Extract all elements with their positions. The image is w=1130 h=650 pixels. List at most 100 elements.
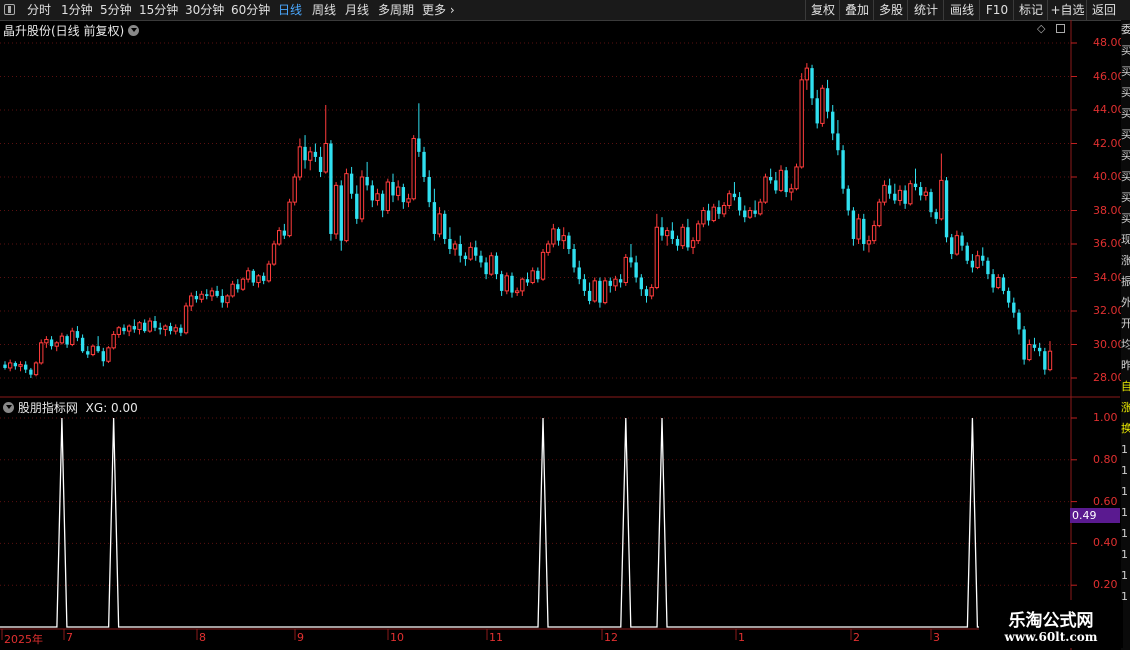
period-daily[interactable]: 日线 (278, 0, 302, 20)
quote-panel-label: 1 (1121, 443, 1128, 456)
candle-body-down (629, 257, 633, 263)
candle-body-up (747, 210, 753, 218)
watermark: 乐淘公式网 www.60lt.com (979, 600, 1123, 648)
candle-body-up (256, 275, 261, 284)
candle-body-up (1047, 350, 1053, 371)
candle-body-up (654, 226, 660, 289)
candle-body-up (308, 151, 313, 161)
candle-body-up (804, 67, 810, 81)
quote-panel-label: 开 (1121, 317, 1130, 330)
adjust-button[interactable]: 复权 (805, 0, 840, 20)
candle-body-down (422, 151, 426, 177)
draw-line-button[interactable]: 画线 (943, 0, 980, 20)
candle-body-up (395, 186, 401, 196)
price-tick-label: 28.00 (1093, 371, 1125, 384)
candle-body-up (613, 278, 618, 287)
multi-stock-button[interactable]: 多股 (873, 0, 908, 20)
stats-button[interactable]: 统计 (907, 0, 944, 20)
candle-body-down (215, 290, 219, 296)
period-monthly[interactable]: 月线 (345, 0, 369, 20)
add-watchlist-button[interactable]: +自选 (1047, 0, 1087, 20)
date-tick-label: 2025年 (4, 633, 43, 646)
candle-body-down (950, 237, 954, 255)
watermark-line1: 乐淘公式网 (1008, 611, 1094, 631)
period-15min[interactable]: 15分钟 (139, 0, 178, 20)
indicator-chevron-down-icon[interactable] (3, 402, 14, 413)
f10-button[interactable]: F10 (979, 0, 1014, 20)
period-1min[interactable]: 1分钟 (61, 0, 93, 20)
candle-body-down (499, 274, 504, 291)
candle-body-up (70, 330, 75, 346)
candle-body-down (427, 177, 431, 203)
candle-body-up (333, 184, 339, 235)
candle-body-down (86, 351, 90, 355)
price-tick-label: 48.00 (1093, 36, 1125, 49)
quote-panel-label: 振 (1121, 275, 1130, 288)
period-30min[interactable]: 30分钟 (185, 0, 224, 20)
candle-body-down (986, 260, 990, 275)
period-60min[interactable]: 60分钟 (231, 0, 270, 20)
panel-toggle-icon[interactable] (4, 4, 15, 15)
candle-body-up (908, 183, 913, 205)
date-tick-label: 1 (738, 631, 745, 644)
candle-body-down (153, 321, 157, 328)
candle-body-down (774, 180, 778, 191)
diamond-icon[interactable]: ◇ (1037, 22, 1045, 35)
candle-body-down (525, 279, 530, 283)
candle-body-up (137, 322, 142, 330)
price-tick-label: 46.00 (1093, 69, 1125, 83)
period-intraday[interactable]: 分时 (27, 0, 51, 20)
period-more[interactable]: 更多 › (422, 0, 455, 20)
period-weekly[interactable]: 周线 (312, 0, 336, 20)
date-tick-label: 9 (297, 631, 304, 644)
kline-chart[interactable] (0, 0, 1130, 650)
candle-body-up (406, 198, 411, 203)
candle-body-up (375, 193, 380, 201)
candle-body-down (862, 218, 866, 244)
candle-body-up (183, 305, 189, 334)
candle-body-up (33, 362, 39, 376)
candle-body-down (370, 185, 374, 201)
candle-body-down (29, 369, 33, 375)
candle-body-down (194, 295, 199, 300)
back-button[interactable]: 返回 (1086, 0, 1121, 20)
quote-panel-label: 1 (1121, 569, 1128, 582)
candle-body-down (831, 111, 835, 134)
candle-body-down (251, 270, 255, 283)
price-tick-label: 40.00 (1093, 170, 1125, 183)
chevron-right-icon: › (446, 3, 455, 17)
candle-body-up (690, 240, 696, 248)
candle-body-down (670, 230, 675, 239)
overlay-button[interactable]: 叠加 (839, 0, 874, 20)
candle-body-down (179, 327, 183, 333)
candle-body-down (556, 228, 561, 241)
candle-body-down (893, 193, 897, 201)
price-tick-label: 44.00 (1093, 103, 1125, 116)
candle-body-down (13, 362, 18, 367)
candle-body-down (675, 238, 680, 246)
maximize-icon[interactable] (1056, 24, 1065, 33)
candle-body-down (220, 295, 224, 303)
date-tick-label: 2 (853, 631, 860, 644)
candle-body-up (996, 277, 1001, 289)
candle-body-up (240, 278, 246, 290)
quote-panel-label: 买 (1121, 149, 1130, 162)
candle-body-down (101, 351, 105, 362)
candle-body-up (411, 137, 416, 200)
candle-body-up (111, 333, 116, 349)
period-multi[interactable]: 多周期 (378, 0, 414, 20)
quote-panel-label: 昨 (1121, 359, 1130, 372)
candle-body-up (954, 235, 960, 255)
candle-body-down (391, 182, 395, 196)
mark-button[interactable]: 标记 (1013, 0, 1048, 20)
quote-panel-label: 买 (1121, 170, 1130, 183)
chevron-down-icon[interactable] (128, 25, 140, 36)
quote-panel-label: 委 (1121, 23, 1130, 36)
candle-body-down (1017, 312, 1021, 330)
candle-body-down (639, 277, 643, 290)
candle-body-down (318, 156, 323, 172)
candle-body-up (39, 342, 44, 364)
period-5min[interactable]: 5分钟 (100, 0, 132, 20)
candle-body-down (365, 177, 369, 186)
candle-body-down (122, 327, 126, 332)
